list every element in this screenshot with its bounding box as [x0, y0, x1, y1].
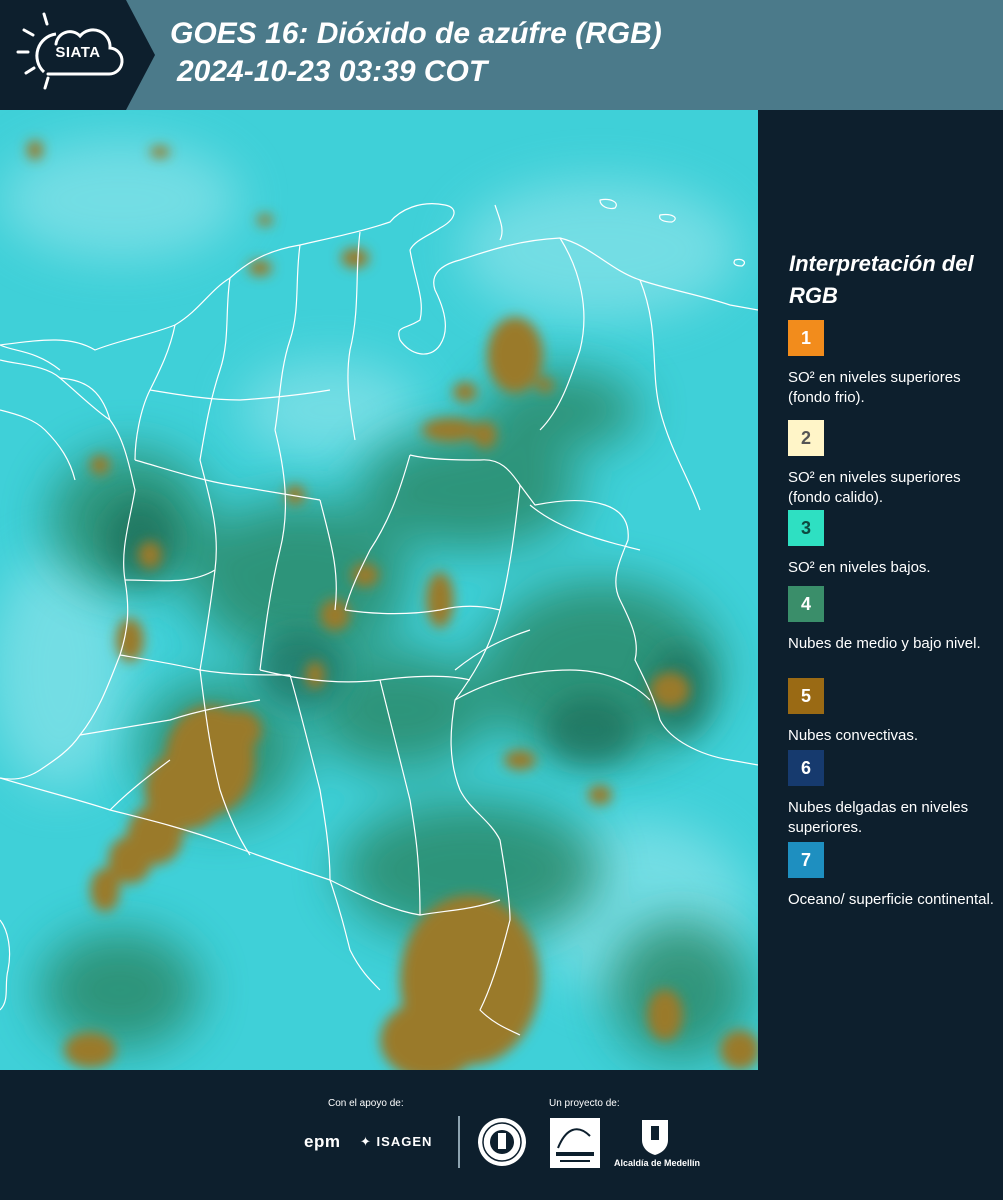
legend-swatch-4: 4	[788, 586, 824, 622]
legend-title: Interpretación del RGB	[789, 251, 974, 308]
satellite-map[interactable]	[0, 110, 758, 1070]
area-metropolitana-logo	[550, 1118, 600, 1173]
legend-item-1: 1 SO² en niveles superiores (fondo frio)…	[788, 320, 998, 408]
legend-swatch-1: 1	[788, 320, 824, 356]
project-label: Un proyecto de:	[549, 1098, 620, 1109]
legend-item-3: 3 SO² en niveles bajos.	[788, 510, 998, 578]
alcaldia-shield-icon	[640, 1118, 670, 1161]
siata-logo: SIATA	[0, 0, 155, 110]
epm-logo: epm	[304, 1132, 341, 1151]
isagen-logo: ✦ ISAGEN	[360, 1134, 432, 1150]
support-label: Con el apoyo de:	[328, 1098, 404, 1109]
legend-swatch-7: 7	[788, 842, 824, 878]
legend-label-4: Nubes de medio y bajo nivel.	[788, 635, 981, 652]
page-timestamp: 2024-10-23 03:39 COT	[177, 55, 488, 88]
legend-item-5: 5 Nubes convectivas.	[788, 678, 998, 746]
legend-label-7: Oceano/ superficie continental.	[788, 891, 994, 908]
medellin-seal-logo	[477, 1117, 527, 1172]
legend-swatch-2: 2	[788, 420, 824, 456]
legend-label-3: SO² en niveles bajos.	[788, 559, 931, 576]
header-bar: SIATA GOES 16: Dióxido de azúfre (RGB) 2…	[0, 0, 1003, 110]
legend-label-1: SO² en niveles superiores (fondo frio).	[788, 369, 961, 406]
legend-swatch-3: 3	[788, 510, 824, 546]
legend-swatch-5: 5	[788, 678, 824, 714]
siata-logo-text: SIATA	[55, 44, 101, 61]
isagen-logo-text: ISAGEN	[376, 1134, 433, 1149]
footer-bar: Con el apoyo de: Un proyecto de: epm ✦ I…	[0, 1070, 1003, 1200]
legend-item-4: 4 Nubes de medio y bajo nivel.	[788, 586, 998, 654]
satellite-image	[0, 110, 758, 1070]
alcaldia-logo-text: Alcaldía de Medellín	[613, 1158, 701, 1168]
page-title: GOES 16: Dióxido de azúfre (RGB)	[170, 17, 662, 50]
legend-panel: Interpretación del RGB 1 SO² en niveles …	[758, 110, 1003, 1070]
legend-item-6: 6 Nubes delgadas en niveles superiores.	[788, 750, 998, 838]
legend-item-7: 7 Oceano/ superficie continental.	[788, 842, 998, 910]
isagen-star-icon: ✦	[360, 1134, 372, 1149]
footer-divider	[458, 1116, 460, 1168]
legend-swatch-6: 6	[788, 750, 824, 786]
legend-label-6: Nubes delgadas en niveles superiores.	[788, 799, 969, 836]
legend-label-2: SO² en niveles superiores (fondo calido)…	[788, 469, 961, 506]
legend-label-5: Nubes convectivas.	[788, 727, 919, 744]
legend-item-2: 2 SO² en niveles superiores (fondo calid…	[788, 420, 998, 508]
